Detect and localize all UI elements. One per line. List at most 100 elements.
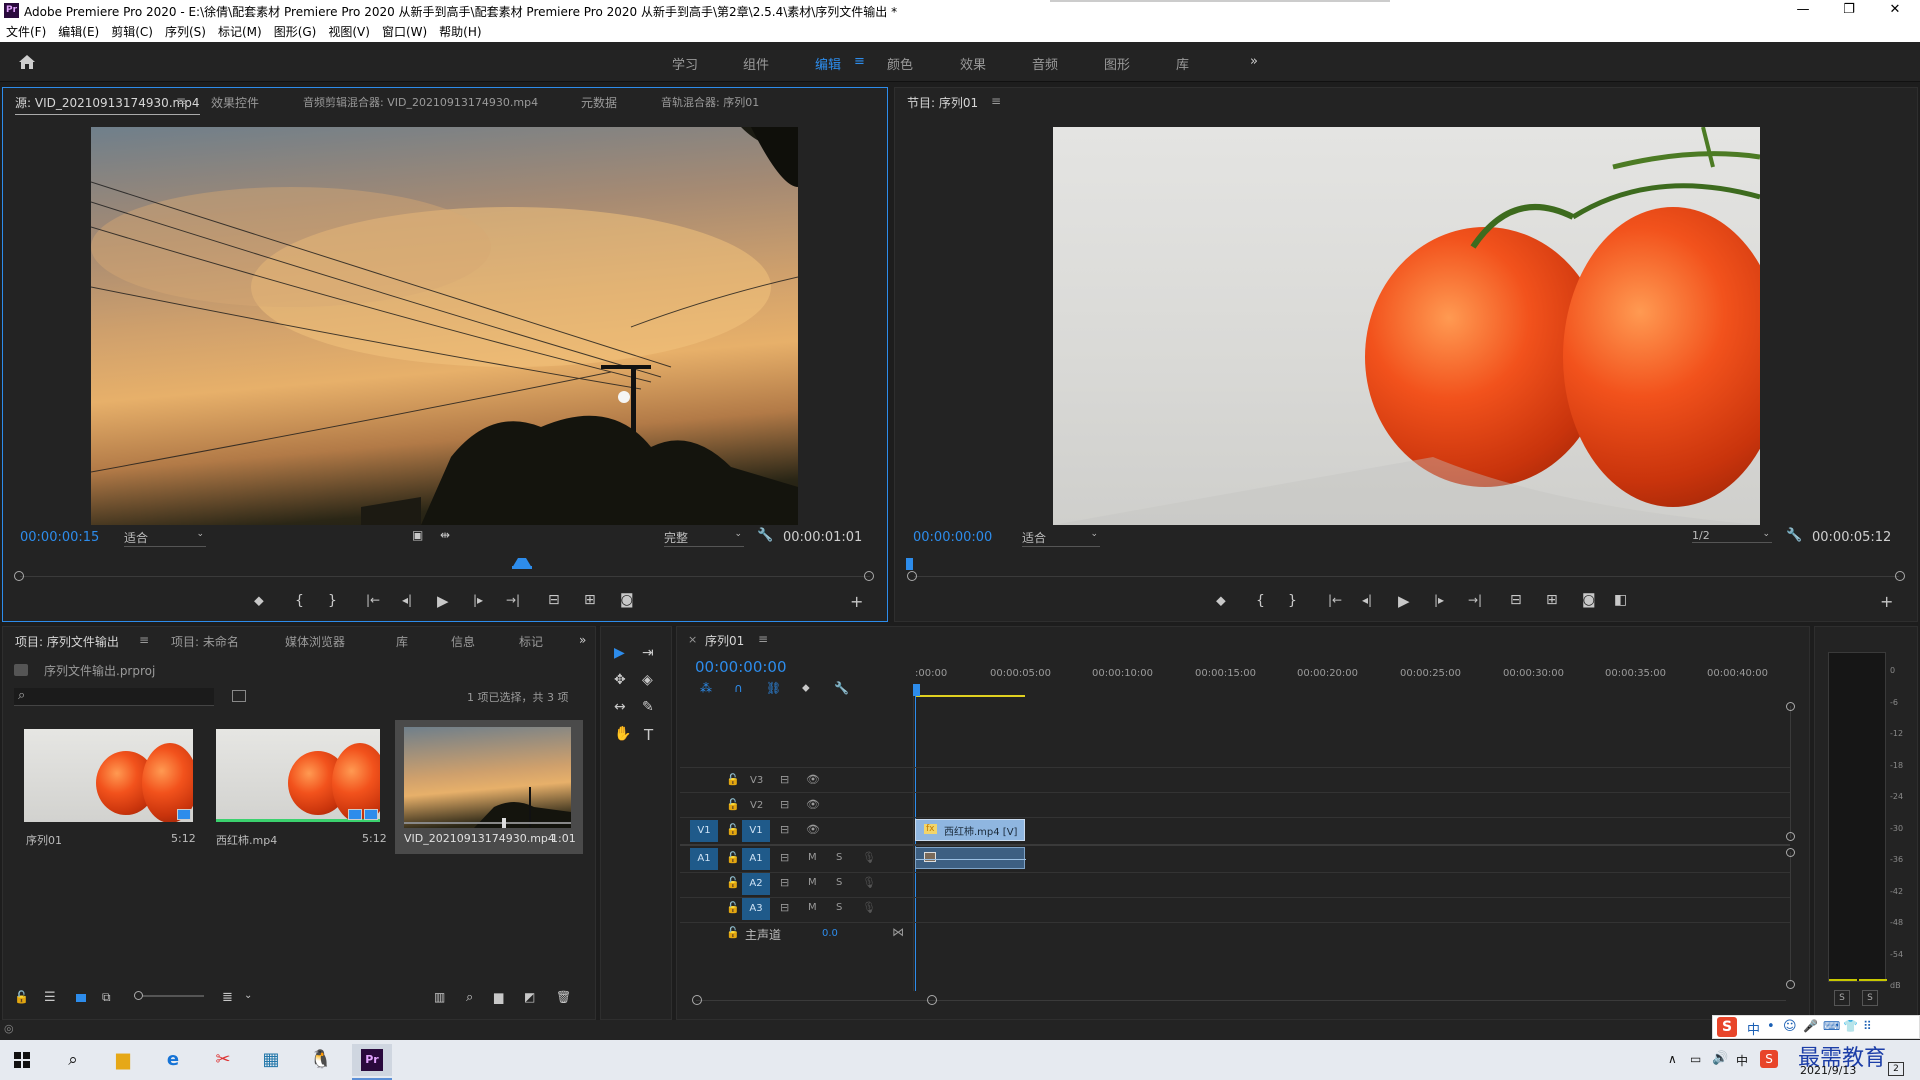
work-area-bar[interactable] — [915, 695, 1025, 697]
automate-to-sequence-icon[interactable]: ▥ — [434, 990, 445, 1004]
program-button-editor[interactable]: + — [1880, 592, 1893, 611]
audio-vertical-scrollbar[interactable] — [1790, 852, 1791, 982]
program-timecode[interactable]: 00:00:00:00 — [913, 530, 992, 545]
menu-sequence[interactable]: 序列(S) — [159, 22, 212, 42]
close-button[interactable]: ✕ — [1872, 0, 1918, 22]
menu-edit[interactable]: 编辑(E) — [52, 22, 105, 42]
tab-info[interactable]: 信息 — [451, 633, 475, 650]
microphone-icon[interactable]: 🎙 — [862, 851, 876, 864]
ime-voice-icon[interactable]: 🎤 — [1803, 1019, 1818, 1033]
menu-help[interactable]: 帮助(H) — [433, 22, 487, 42]
ripple-edit-tool-icon[interactable]: ✥ — [614, 672, 626, 688]
thumbnail-size-slider[interactable] — [134, 995, 204, 997]
workspace-effects[interactable]: 效果 — [960, 54, 986, 73]
ime-emoji-icon[interactable]: ☺ — [1783, 1019, 1797, 1034]
mark-in-button[interactable]: { — [295, 593, 304, 609]
workspace-more-icon[interactable]: » — [1250, 54, 1258, 69]
new-item-icon[interactable]: ◩ — [524, 990, 535, 1004]
file-explorer-icon[interactable]: ▆ — [108, 1046, 138, 1074]
source-timecode[interactable]: 00:00:00:15 — [20, 530, 99, 545]
tab-sequence01[interactable]: 序列01 — [705, 632, 744, 649]
step-back-button[interactable]: ◂| — [402, 593, 412, 607]
add-marker-button[interactable]: ⬥ — [254, 593, 264, 609]
source-patch-a1[interactable]: A1 — [690, 848, 718, 870]
screenshot-tool-icon[interactable]: ✂ — [208, 1046, 238, 1074]
nest-icon[interactable]: ⁂ — [700, 681, 712, 695]
source-scrub-bar[interactable] — [20, 576, 870, 577]
timeline-timecode[interactable]: 00:00:00:00 — [695, 658, 787, 676]
program-zoom-handle-right[interactable] — [1895, 571, 1905, 581]
program-tab-menu-icon[interactable]: ≡ — [991, 94, 1001, 108]
sogou-tray-icon[interactable]: S — [1760, 1050, 1778, 1068]
network-icon[interactable]: ▭ — [1690, 1052, 1701, 1066]
program-zoom-handle-left[interactable] — [907, 571, 917, 581]
go-to-in-button[interactable]: |← — [366, 593, 380, 607]
premiere-taskbar-button[interactable]: Pr — [352, 1044, 392, 1076]
windows-start-icon[interactable] — [14, 1052, 30, 1068]
menu-view[interactable]: 视图(V) — [322, 22, 376, 42]
ime-chinese-mode[interactable]: 中 — [1747, 1019, 1760, 1038]
tab-media-browser[interactable]: 媒体浏览器 — [285, 633, 345, 650]
safe-margins-icon[interactable]: ▣ — [412, 528, 423, 542]
sort-icon[interactable]: ≣ — [222, 990, 233, 1005]
source-button-editor[interactable]: + — [850, 592, 863, 611]
step-forward-button[interactable]: |▸ — [473, 593, 483, 607]
solo-button-a1[interactable]: S — [836, 852, 842, 863]
lock-icon[interactable]: 🔓 — [14, 990, 29, 1004]
sync-lock-icon[interactable]: ⊟ — [780, 773, 789, 786]
mute-button-a1[interactable]: M — [808, 852, 817, 863]
lock-icon[interactable]: 🔓 — [726, 823, 740, 836]
program-export-frame-button[interactable]: ◙ — [1582, 592, 1596, 608]
ime-tray-icon[interactable]: 中 — [1736, 1052, 1748, 1069]
tray-chevron-up-icon[interactable]: ∧ — [1668, 1052, 1677, 1066]
solo-button-a3[interactable]: S — [836, 902, 842, 913]
video-vertical-scrollbar[interactable] — [1790, 706, 1791, 838]
scroll-handle[interactable] — [1786, 702, 1795, 711]
minimize-button[interactable]: — — [1780, 0, 1826, 22]
ime-toolbox-icon[interactable]: ⠿ — [1863, 1019, 1872, 1033]
zoom-handle-right[interactable] — [927, 995, 937, 1005]
source-patch-v1[interactable]: V1 — [690, 820, 718, 842]
chevron-down-icon[interactable]: ⌄ — [244, 990, 252, 1001]
track-target-a1[interactable]: A1 — [742, 848, 770, 870]
timeline-playhead-handle[interactable] — [913, 684, 920, 696]
lift-button[interactable]: ⊟ — [1510, 592, 1522, 608]
lock-icon[interactable]: 🔓 — [726, 798, 740, 811]
sync-lock-icon[interactable]: ⊟ — [780, 851, 789, 864]
slider-handle[interactable] — [134, 991, 143, 1000]
icon-view-icon[interactable] — [76, 994, 86, 1002]
menu-clip[interactable]: 剪辑(C) — [105, 22, 159, 42]
overwrite-button[interactable]: ⊞ — [584, 592, 596, 608]
scroll-handle[interactable] — [1786, 832, 1795, 841]
project-search-input[interactable]: ⌕ — [14, 688, 214, 706]
workspace-learn[interactable]: 学习 — [672, 54, 698, 73]
mute-button-a3[interactable]: M — [808, 902, 817, 913]
menu-file[interactable]: 文件(F) — [0, 22, 52, 42]
tab-markers[interactable]: 标记 — [519, 633, 543, 650]
tab-project-sequence-output[interactable]: 项目: 序列文件输出 — [15, 633, 119, 650]
drag-video-icon[interactable]: ⇹ — [440, 528, 450, 542]
export-frame-button[interactable]: ◙ — [620, 592, 634, 608]
list-view-icon[interactable]: ☰ — [44, 990, 56, 1005]
solo-button-a2[interactable]: S — [836, 877, 842, 888]
program-video-frame[interactable] — [1053, 127, 1760, 525]
track-target-a2[interactable]: A2 — [742, 873, 770, 895]
program-scrub-bar[interactable] — [914, 576, 1899, 577]
eye-icon[interactable]: 👁 — [806, 823, 820, 836]
workspace-graphics[interactable]: 图形 — [1104, 54, 1130, 73]
lock-icon[interactable]: 🔓 — [726, 926, 740, 939]
workspace-editing[interactable]: 编辑 — [815, 54, 841, 73]
timeline-settings-icon[interactable]: 🔧 — [834, 681, 849, 695]
mark-out-button[interactable]: } — [328, 593, 337, 609]
maximize-button[interactable]: ❐ — [1826, 0, 1872, 22]
menu-graphics[interactable]: 图形(G) — [268, 22, 323, 42]
source-quality-dropdown[interactable]: 完整 ⌄ — [664, 529, 744, 547]
sync-lock-icon[interactable]: ⊟ — [780, 798, 789, 811]
program-step-forward-button[interactable]: |▸ — [1434, 593, 1444, 607]
selection-tool-icon[interactable]: ▶ — [614, 645, 625, 661]
insert-button[interactable]: ⊟ — [548, 592, 560, 608]
play-button[interactable]: ▶ — [437, 592, 449, 610]
new-bin-icon[interactable]: ▆ — [494, 990, 503, 1004]
lock-icon[interactable]: 🔓 — [726, 876, 740, 889]
thumbnail-vid-sunset[interactable] — [404, 727, 571, 828]
